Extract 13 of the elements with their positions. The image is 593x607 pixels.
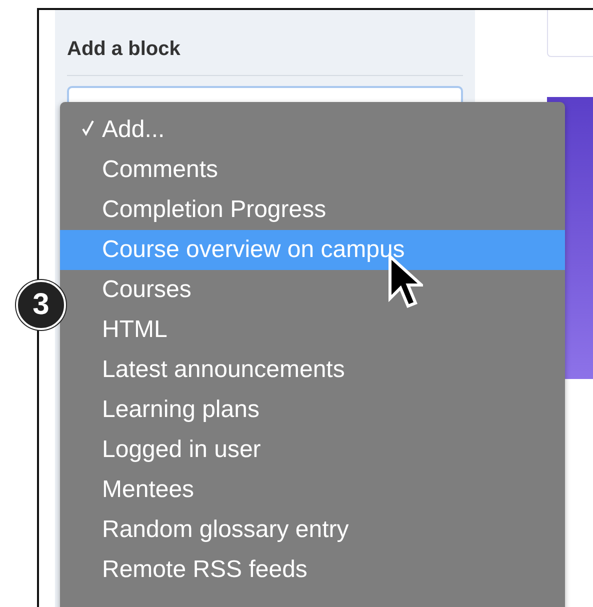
menu-item[interactable]: Comments [60, 150, 565, 190]
menu-item[interactable]: Mentees [60, 470, 565, 510]
menu-item[interactable]: Logged in user [60, 430, 565, 470]
check-icon [82, 120, 94, 136]
menu-item[interactable]: Latest announcements [60, 350, 565, 390]
menu-item[interactable]: Learning plans [60, 390, 565, 430]
menu-item[interactable]: Completion Progress [60, 190, 565, 230]
panel-title: Add a block [67, 38, 180, 61]
step-badge: 3 [16, 280, 66, 330]
menu-item[interactable]: Add... [60, 110, 565, 150]
menu-item[interactable]: Random glossary entry [60, 510, 565, 550]
menu-item[interactable]: Remote RSS feeds [60, 550, 565, 590]
menu-item[interactable]: Course overview on campus [60, 230, 565, 270]
